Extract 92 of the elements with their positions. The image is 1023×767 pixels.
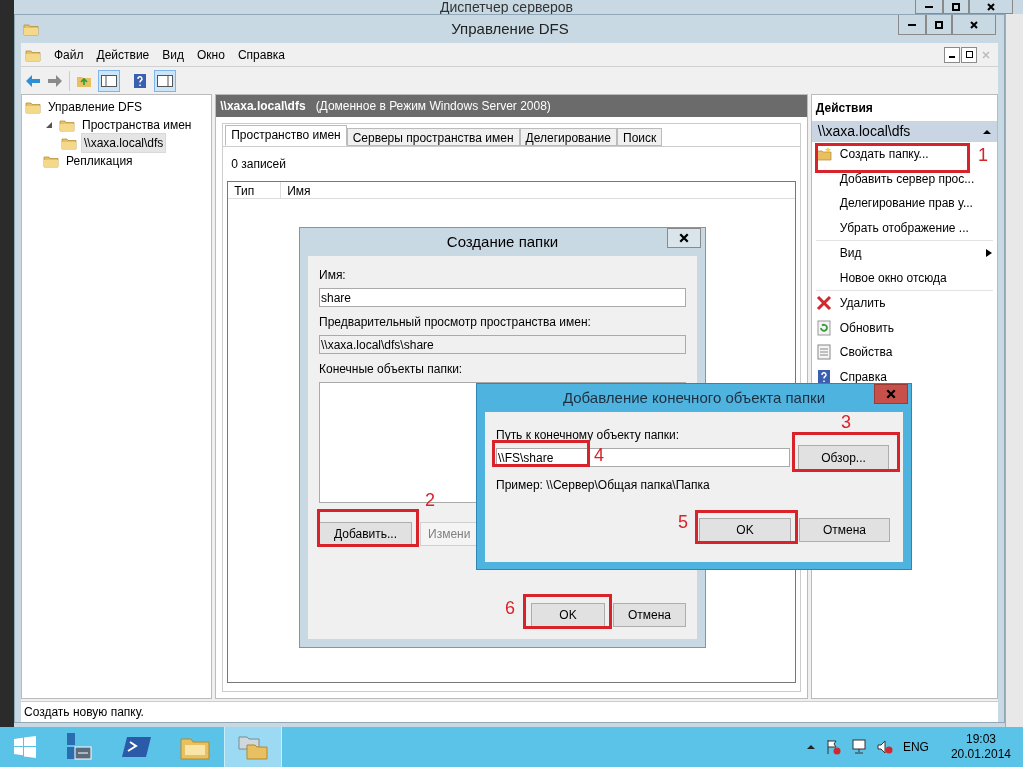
- menu-item[interactable]: Окно: [197, 45, 225, 64]
- collapse-icon: [983, 127, 991, 136]
- new-folder-icon: [815, 146, 832, 163]
- close-icon: [886, 389, 896, 399]
- help-icon[interactable]: [132, 72, 148, 89]
- menu-item[interactable]: Действие: [96, 45, 150, 64]
- status-text: Создать новую папку.: [24, 704, 144, 721]
- minimize-button[interactable]: [915, 0, 943, 14]
- language-indicator[interactable]: ENG: [902, 738, 929, 756]
- refresh-icon: [815, 319, 832, 336]
- step-number: 2: [425, 490, 435, 510]
- close-icon: [679, 233, 689, 243]
- cancel-button[interactable]: Отмена: [613, 603, 686, 627]
- ok-button[interactable]: OK: [531, 603, 605, 627]
- column-header[interactable]: Тип: [228, 182, 282, 198]
- field-label: Предварительный просмотр пространства имен:: [319, 314, 592, 331]
- dialog-title: Добавление конечного объекта папки: [561, 387, 827, 408]
- folder-icon: [61, 135, 77, 151]
- browse-button[interactable]: Обзор...: [798, 445, 889, 470]
- windows-logo-icon: [14, 736, 36, 758]
- ok-button[interactable]: OK: [699, 518, 791, 542]
- menu-item[interactable]: Файл: [54, 45, 84, 64]
- scrollbar[interactable]: [1005, 14, 1023, 727]
- step-number: 1: [978, 145, 988, 165]
- step-number: 4: [594, 445, 604, 465]
- forward-icon[interactable]: [47, 72, 63, 89]
- action-item[interactable]: Свойства: [839, 343, 893, 362]
- field-label: Имя:: [319, 267, 347, 284]
- actions-title: Действия: [814, 100, 874, 117]
- close-icon: [987, 2, 995, 11]
- delete-icon: [815, 295, 832, 312]
- field-label: Путь к конечному объекту папки:: [496, 427, 681, 444]
- tree-item[interactable]: Пространства имен: [79, 115, 195, 135]
- submenu-arrow-icon: [985, 249, 993, 258]
- app-icon: [23, 21, 39, 37]
- show-hidden-icons-icon[interactable]: [806, 743, 815, 751]
- volume-muted-icon[interactable]: [876, 739, 893, 755]
- restore-button[interactable]: [961, 46, 977, 63]
- help-icon: [815, 368, 832, 385]
- window-title: Диспетчер серверов: [440, 0, 574, 15]
- minimize-button[interactable]: [898, 15, 926, 35]
- menu-item[interactable]: Вид: [162, 45, 184, 64]
- menu-item[interactable]: Справка: [237, 45, 285, 64]
- add-button[interactable]: Добавить...: [319, 522, 412, 546]
- action-item[interactable]: Новое окно отсюда: [839, 268, 947, 287]
- close-button[interactable]: [969, 0, 1013, 14]
- step-number: 6: [505, 598, 515, 618]
- action-item[interactable]: Справка: [839, 367, 887, 386]
- dialog-title: Создание папки: [445, 231, 560, 252]
- tree-item[interactable]: Репликация: [63, 151, 136, 171]
- namespace-path: \\xaxa.local\dfs: [220, 98, 306, 115]
- close-button[interactable]: [952, 15, 996, 35]
- field-label: Конечные объекты папки:: [319, 361, 464, 378]
- tab[interactable]: Пространство имен: [225, 125, 347, 146]
- cancel-button[interactable]: Отмена: [799, 518, 890, 542]
- close-icon: [970, 20, 978, 29]
- maximize-button[interactable]: [926, 15, 952, 35]
- action-item[interactable]: Делегирование прав у...: [839, 194, 973, 213]
- folder-icon: [25, 99, 41, 115]
- preview-field[interactable]: \\xaxa.local\dfs\share: [319, 335, 686, 354]
- tree-item[interactable]: Управление DFS: [45, 97, 146, 117]
- action-item[interactable]: Удалить: [839, 294, 886, 313]
- step-number: 3: [841, 412, 851, 432]
- name-field[interactable]: share: [319, 288, 686, 307]
- record-count: 0 записей: [231, 156, 287, 173]
- restore-button[interactable]: [943, 0, 969, 14]
- clock[interactable]: 19:03 20.01.2014: [950, 732, 1011, 762]
- tree-item[interactable]: \\xaxa.local\dfs: [81, 133, 167, 153]
- action-item[interactable]: Обновить: [839, 318, 895, 337]
- properties-icon: [815, 344, 832, 361]
- action-item[interactable]: Создать папку...: [839, 145, 929, 164]
- action-item[interactable]: Убрать отображение ...: [839, 218, 969, 237]
- example-text: Пример: \\Сервер\Общая папка\Папка: [496, 477, 711, 494]
- tree-toggle-button[interactable]: [98, 69, 120, 92]
- action-item[interactable]: Вид: [839, 244, 862, 263]
- column-header[interactable]: Имя: [281, 182, 795, 198]
- tab[interactable]: Поиск: [617, 128, 663, 146]
- action-item[interactable]: Добавить сервер прос...: [839, 169, 975, 188]
- network-icon[interactable]: [850, 739, 867, 755]
- tab[interactable]: Серверы пространства имен: [346, 128, 520, 146]
- step-number: 5: [678, 512, 688, 532]
- close-icon: [982, 50, 990, 59]
- close-button[interactable]: [667, 228, 701, 248]
- namespace-mode: (Доменное в Режим Windows Server 2008): [315, 98, 551, 115]
- tab[interactable]: Делегирование: [519, 128, 617, 146]
- actions-group-header[interactable]: \\xaxa.local\dfs: [811, 121, 997, 142]
- folder-icon: [59, 117, 75, 133]
- action-pane-toggle-button[interactable]: [154, 69, 176, 92]
- window-title: Управление DFS: [450, 18, 570, 39]
- minimize-button[interactable]: [944, 46, 960, 63]
- folder-icon: [43, 153, 59, 169]
- flag-error-icon[interactable]: [824, 739, 841, 755]
